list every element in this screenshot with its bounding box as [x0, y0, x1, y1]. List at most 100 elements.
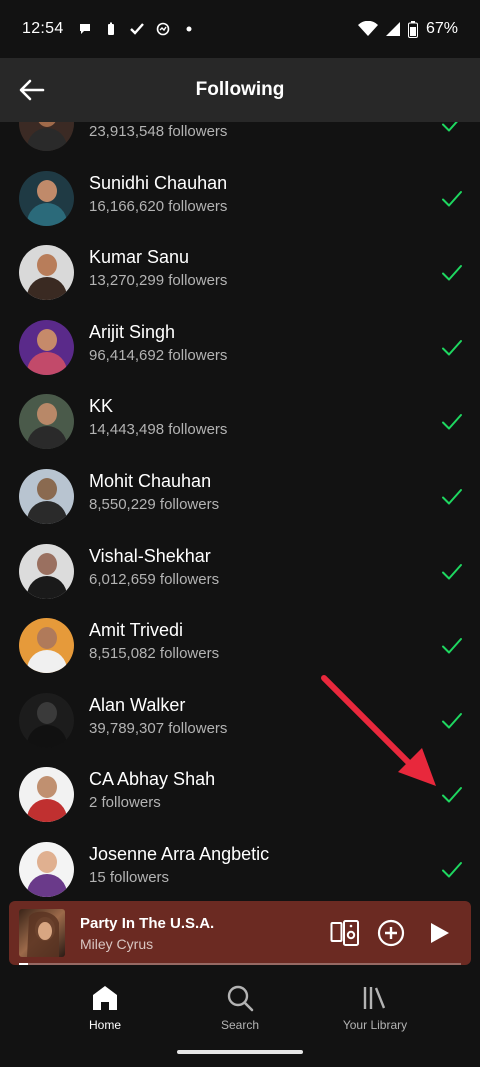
- notification-icons: [78, 22, 196, 36]
- avatar-body: [27, 874, 67, 897]
- album-art: [19, 909, 65, 957]
- artist-avatar: [19, 767, 74, 823]
- nav-search-label: Search: [220, 1018, 260, 1032]
- connect-device-button[interactable]: [329, 917, 361, 949]
- following-check-icon[interactable]: [440, 858, 464, 882]
- artist-name: Alan Walker: [89, 694, 186, 715]
- system-icons: 67%: [357, 20, 458, 38]
- artist-row[interactable]: Mohit Chauhan 8,550,229 followers: [0, 459, 480, 534]
- nav-home[interactable]: Home: [50, 984, 160, 1032]
- artist-avatar: [19, 842, 74, 897]
- artist-avatar: [19, 170, 74, 226]
- following-check-icon[interactable]: [440, 122, 464, 136]
- battery-saver-icon: [107, 22, 114, 35]
- following-check-icon[interactable]: [440, 634, 464, 658]
- avatar-head: [37, 552, 57, 575]
- back-button[interactable]: [16, 74, 48, 106]
- avatar-head: [37, 328, 57, 351]
- artist-avatar: [19, 245, 74, 301]
- artist-name: Amit Trivedi: [89, 620, 184, 641]
- following-check-icon[interactable]: [440, 410, 464, 434]
- artist-avatar: [19, 692, 74, 748]
- nav-search[interactable]: Search: [185, 984, 295, 1032]
- page-title: Following: [195, 79, 285, 100]
- following-check-icon[interactable]: [440, 560, 464, 584]
- following-check-icon[interactable]: [440, 485, 464, 509]
- playback-progress[interactable]: [19, 963, 461, 965]
- avatar-body: [27, 799, 67, 823]
- avatar-body: [27, 202, 67, 226]
- artist-row[interactable]: 23,913,548 followers: [0, 122, 480, 161]
- artist-avatar: [19, 469, 74, 524]
- artist-row[interactable]: Arijit Singh 96,414,692 followers: [0, 310, 480, 385]
- avatar-body: [27, 351, 67, 375]
- avatar-body: [27, 128, 67, 151]
- artist-row[interactable]: Vishal-Shekhar 6,012,659 followers: [0, 534, 480, 609]
- avatar-head: [37, 403, 57, 426]
- artist-row[interactable]: Kumar Sanu 13,270,299 followers: [0, 235, 480, 310]
- artist-row[interactable]: Amit Trivedi 8,515,082 followers: [0, 608, 480, 683]
- avatar-head: [37, 254, 57, 277]
- artist-followers: 39,789,307 followers: [89, 719, 228, 737]
- following-list[interactable]: 23,913,548 followers Sunidhi Chauhan 16,16…: [0, 122, 480, 900]
- artist-name: Mohit Chauhan: [89, 471, 212, 491]
- artist-avatar: [19, 122, 74, 151]
- track-artist: Miley Cyrus: [80, 936, 154, 952]
- following-check-icon[interactable]: [440, 187, 464, 211]
- artist-avatar: [19, 543, 74, 599]
- artist-followers: 16,166,620 followers: [89, 197, 228, 215]
- home-icon: [93, 986, 117, 1010]
- avatar-body: [27, 277, 67, 301]
- avatar-body: [27, 501, 67, 524]
- artist-row[interactable]: Sunidhi Chauhan 16,166,620 followers: [0, 161, 480, 236]
- artist-row[interactable]: CA Abhay Shah 2 followers: [0, 757, 480, 832]
- battery-icon: [407, 20, 418, 38]
- add-to-library-button[interactable]: [375, 917, 407, 949]
- artist-followers: 23,913,548 followers: [89, 123, 228, 140]
- app-header: Following: [0, 58, 480, 122]
- nav-library-label: Your Library: [342, 1018, 408, 1032]
- wifi-icon: [357, 21, 378, 36]
- artist-avatar: [19, 319, 74, 375]
- artist-followers: 13,270,299 followers: [89, 272, 228, 290]
- track-title: Party In The U.S.A.: [80, 915, 215, 932]
- artist-followers: 6,012,659 followers: [89, 570, 220, 588]
- artist-row[interactable]: Alan Walker 39,789,307 followers: [0, 683, 480, 758]
- plus-circle-icon: [377, 919, 405, 947]
- following-check-icon[interactable]: [440, 783, 464, 807]
- library-icon: [363, 987, 386, 1009]
- album-art-image: [27, 911, 59, 957]
- status-time: 12:54: [22, 20, 64, 37]
- avatar-head: [37, 851, 57, 873]
- artist-followers: 2 followers: [89, 794, 161, 812]
- artist-followers: 14,443,498 followers: [89, 421, 228, 439]
- avatar-body: [27, 426, 67, 450]
- arrow-left-icon: [19, 79, 45, 101]
- artist-row[interactable]: Josenne Arra Angbetic 15 followers: [0, 832, 480, 900]
- avatar-body: [27, 724, 67, 748]
- artist-avatar: [19, 394, 74, 450]
- artist-name: CA Abhay Shah: [89, 769, 216, 790]
- avatar-body: [27, 650, 67, 674]
- following-check-icon[interactable]: [440, 709, 464, 733]
- avatar-head: [37, 122, 57, 127]
- play-button[interactable]: [423, 917, 455, 949]
- dot-icon: [186, 26, 192, 32]
- following-check-icon[interactable]: [440, 336, 464, 360]
- check-icon: [129, 23, 144, 35]
- avatar-head: [37, 478, 57, 500]
- avatar-head: [37, 776, 57, 799]
- artist-name: Josenne Arra Angbetic: [89, 844, 270, 864]
- artist-followers: 15 followers: [89, 869, 170, 886]
- artist-name: Vishal-Shekhar: [89, 545, 211, 566]
- artist-row[interactable]: KK 14,443,498 followers: [0, 384, 480, 459]
- artist-name: Sunidhi Chauhan: [89, 172, 228, 193]
- avatar-body: [27, 575, 67, 599]
- avatar-head: [37, 179, 57, 202]
- chat-icon: [79, 24, 90, 34]
- artist-followers: 8,550,229 followers: [89, 496, 220, 513]
- nav-library[interactable]: Your Library: [320, 984, 430, 1032]
- devices-icon: [330, 920, 359, 946]
- now-playing-bar[interactable]: Party In The U.S.A. Miley Cyrus: [9, 901, 471, 965]
- following-check-icon[interactable]: [440, 261, 464, 285]
